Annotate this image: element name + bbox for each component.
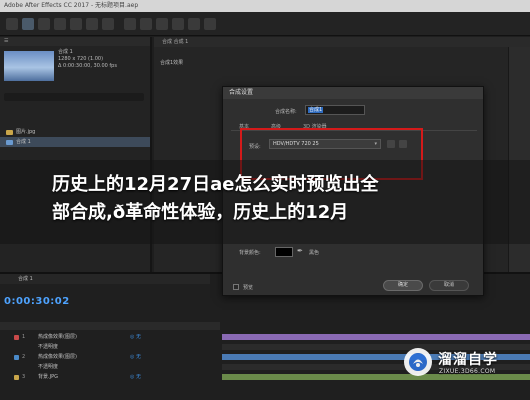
eraser-tool-icon[interactable] <box>204 18 216 30</box>
preset-dropdown[interactable]: HDV/HDTV 720 25 ▾ <box>269 139 381 149</box>
parent-link[interactable]: ◎ 无 <box>130 352 141 362</box>
comp-info-size: 1280 x 720 (1.00) <box>58 56 104 62</box>
preset-label: 预设: <box>249 144 261 150</box>
background-color-label: 背景颜色: <box>239 250 261 256</box>
dialog-title: 合成设置 <box>223 87 483 99</box>
shape-tool-icon[interactable] <box>124 18 136 30</box>
layer-track[interactable] <box>222 332 530 342</box>
layer-property-row[interactable]: 不透明度 <box>0 362 220 372</box>
watermark-logo-icon <box>404 348 432 376</box>
ok-button[interactable]: 确定 <box>383 280 423 291</box>
zoom-tool-icon[interactable] <box>54 18 66 30</box>
pen-tool-icon[interactable] <box>140 18 152 30</box>
eyedropper-icon[interactable]: ✒ <box>297 247 303 255</box>
background-color-swatch[interactable] <box>275 247 293 257</box>
viewer-sublabel: 合成1效果 <box>160 60 184 66</box>
layer-row[interactable]: 2 热成像效果(图层) ◎ 无 <box>0 352 220 362</box>
pan-tool-icon[interactable] <box>102 18 114 30</box>
brush-tool-icon[interactable] <box>172 18 184 30</box>
layer-row[interactable]: 3 背景.JPG ◎ 无 <box>0 372 220 382</box>
selection-tool-icon[interactable] <box>22 18 34 30</box>
comp-info-duration: Δ 0:00:30:00, 30.00 fps <box>58 63 117 69</box>
save-preset-icon[interactable] <box>387 140 395 148</box>
text-tool-icon[interactable] <box>156 18 168 30</box>
comp-name-input[interactable]: 合成1 <box>305 105 365 115</box>
layer-property-row[interactable]: 不透明度 <box>0 342 220 352</box>
project-item-name: 合成 1 <box>16 139 31 145</box>
delete-preset-icon[interactable] <box>399 140 407 148</box>
headline-line-2: 部合成,ð革命性体验，历史上的12月 <box>52 202 349 223</box>
timeline-column-header <box>0 322 220 330</box>
hand-tool-icon[interactable] <box>38 18 50 30</box>
comp-name-value: 合成1 <box>308 107 324 113</box>
preview-label: 预览 <box>243 285 254 291</box>
watermark-title: 溜溜自学 <box>438 352 498 368</box>
window-title: Adobe After Effects CC 2017 - 无标题项目.aep <box>0 0 530 12</box>
project-item-name: 图片.jpg <box>16 129 36 135</box>
background-color-value: 黑色 <box>309 250 320 256</box>
layer-number: 1 <box>22 334 26 340</box>
layer-duration-bar[interactable] <box>222 334 530 340</box>
image-file-icon <box>6 130 13 135</box>
preview-checkbox[interactable] <box>233 284 239 290</box>
layer-row[interactable]: 1 热成像效果(图层) ◎ 无 <box>0 332 220 342</box>
parent-link[interactable]: ◎ 无 <box>130 372 141 382</box>
label-color-icon <box>14 375 19 380</box>
comp-info: 合成 1 1280 x 720 (1.00) Δ 0:00:30:00, 30.… <box>58 49 117 70</box>
comp-info-name: 合成 1 <box>58 49 73 55</box>
project-item-selected[interactable]: 合成 1 <box>0 137 150 147</box>
preset-value: HDV/HDTV 720 25 <box>273 141 319 147</box>
headline: 历史上的12月27日ae怎么实时预览出全 部合成,ð革命性体验，历史上的12月 <box>52 171 492 227</box>
rotate-tool-icon[interactable] <box>70 18 82 30</box>
stamp-tool-icon[interactable] <box>188 18 200 30</box>
layer-name: 热成像效果(图层) <box>38 334 77 340</box>
viewer-tab[interactable]: 合成 合成 1 <box>154 37 530 47</box>
label-color-icon <box>14 335 19 340</box>
project-item[interactable]: 图片.jpg <box>0 127 150 137</box>
timeline-tab[interactable]: 合成 1 <box>0 274 210 284</box>
layer-name: 热成像效果(图层) <box>38 354 77 360</box>
watermark-url: ZIXUE.3D66.COM <box>439 368 496 375</box>
current-timecode[interactable]: 0:00:30:02 <box>4 296 70 307</box>
comp-name-label: 合成名称: <box>275 109 297 115</box>
property-name: 不透明度 <box>38 364 59 370</box>
chevron-down-icon: ▾ <box>374 141 377 147</box>
headline-line-1: 历史上的12月27日ae怎么实时预览出全 <box>52 174 379 195</box>
layer-number: 2 <box>22 354 26 360</box>
comp-thumbnail <box>4 51 54 81</box>
label-color-icon <box>14 355 19 360</box>
layer-name: 背景.JPG <box>38 374 58 380</box>
project-search-input[interactable] <box>4 93 144 101</box>
toolbar <box>0 12 530 36</box>
cancel-button[interactable]: 取消 <box>429 280 469 291</box>
composition-icon <box>6 140 13 145</box>
parent-link[interactable]: ◎ 无 <box>130 332 141 342</box>
property-name: 不透明度 <box>38 344 59 350</box>
layer-number: 3 <box>22 374 26 380</box>
home-tool-icon[interactable] <box>6 18 18 30</box>
camera-tool-icon[interactable] <box>86 18 98 30</box>
project-tab[interactable]: ☰ <box>0 37 150 46</box>
